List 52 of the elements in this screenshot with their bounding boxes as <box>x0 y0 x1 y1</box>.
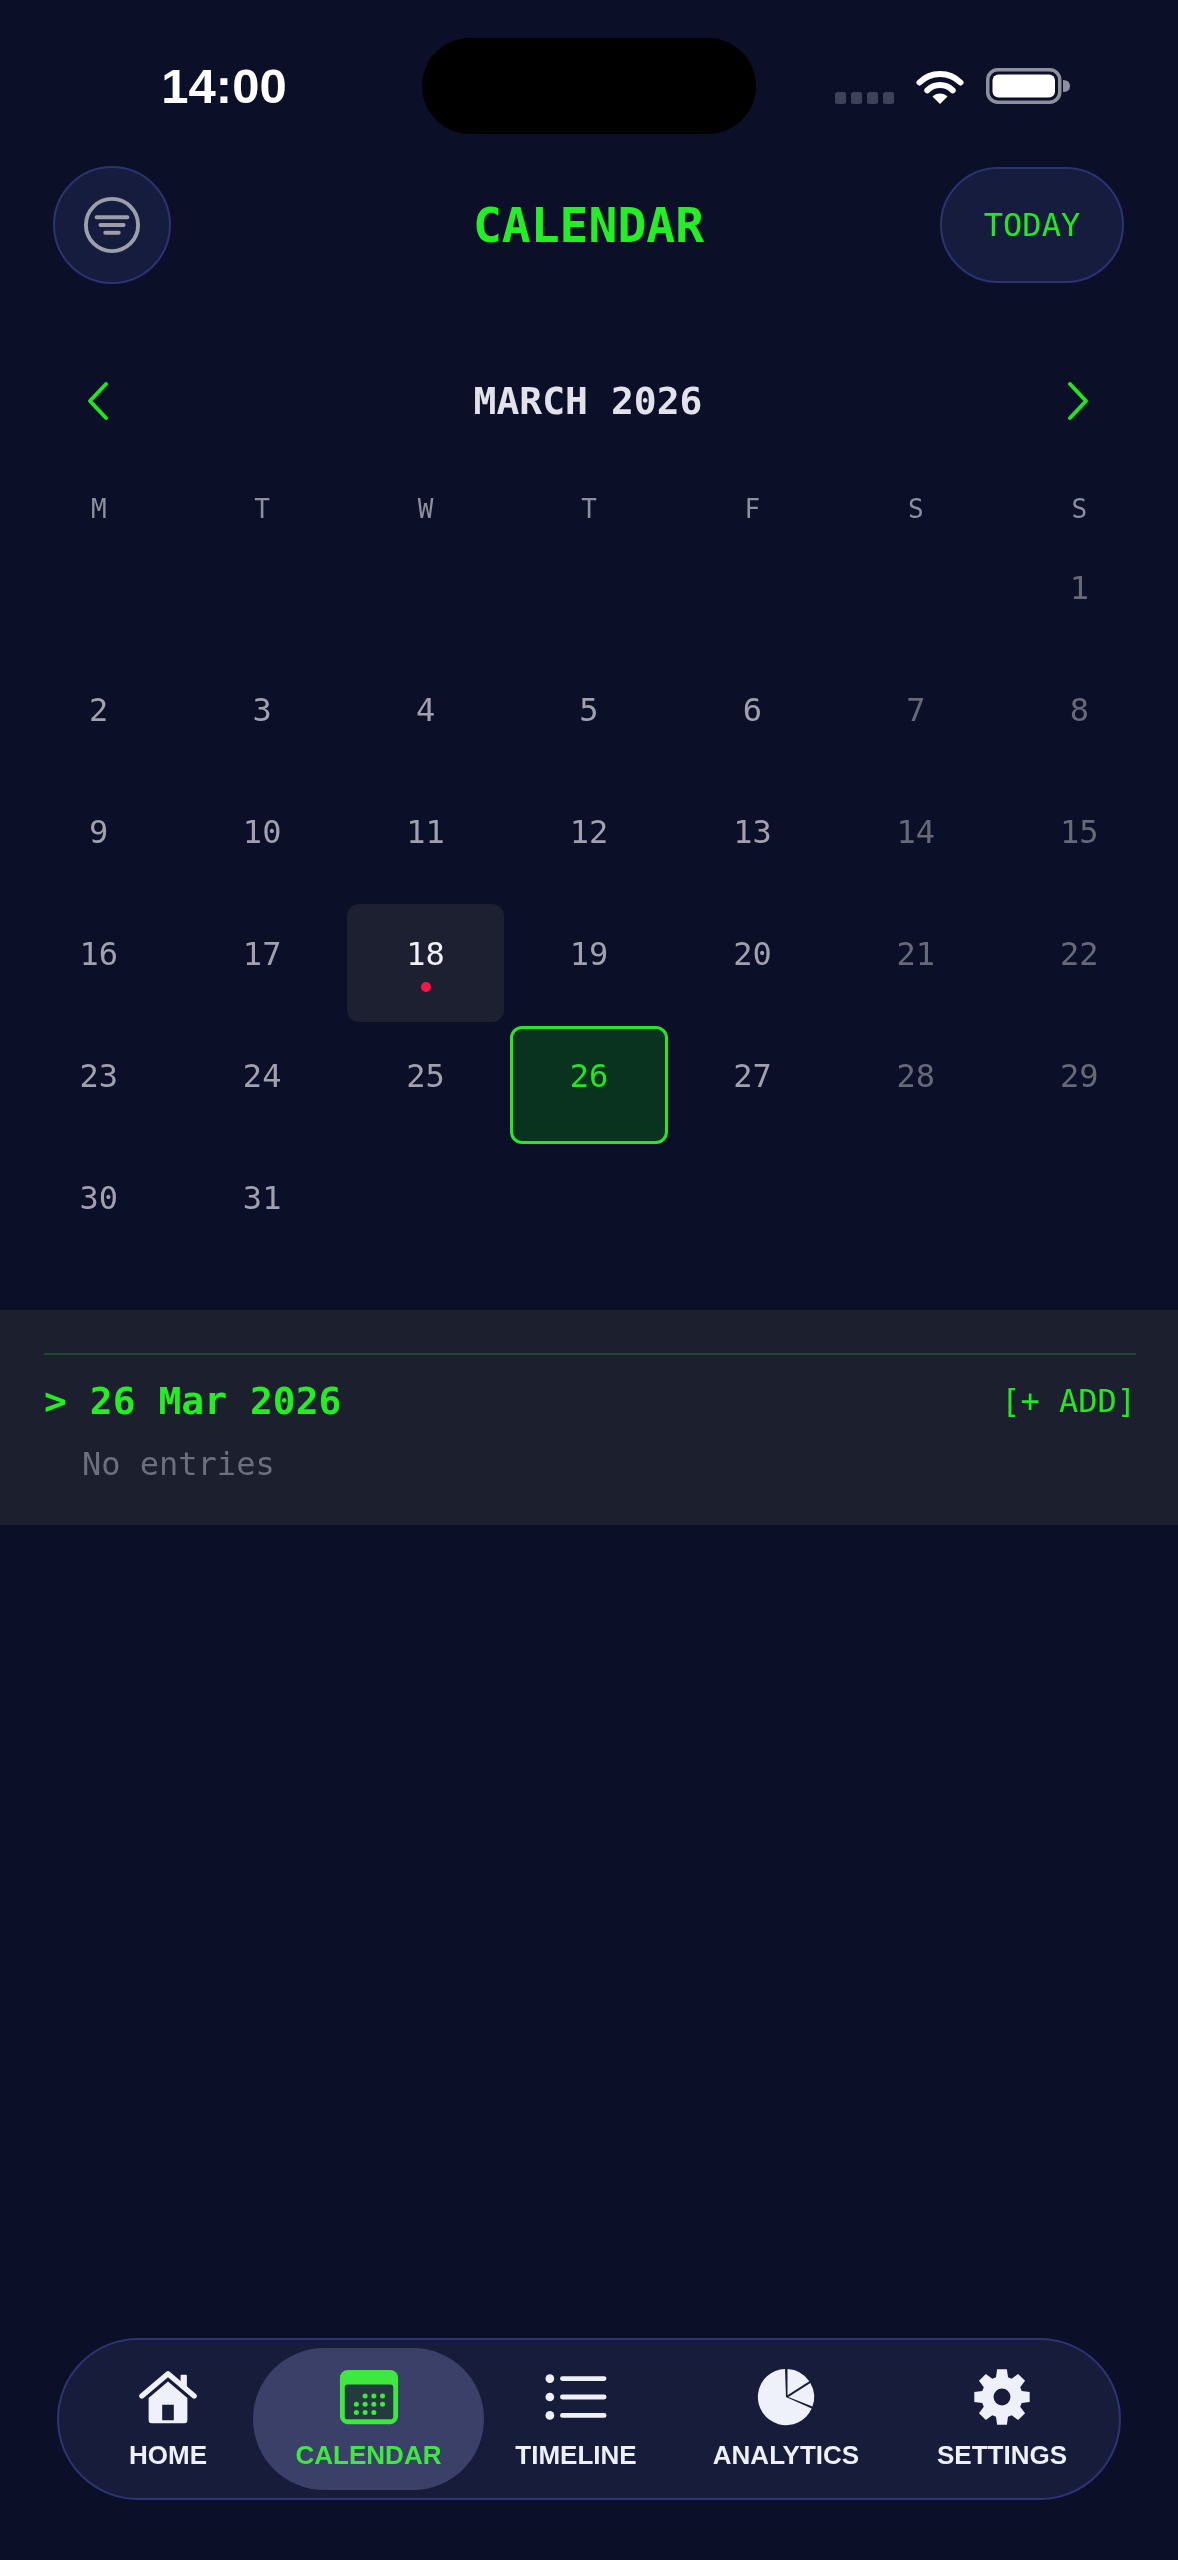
empty-state-text: No entries <box>82 1444 275 1484</box>
selected-date-title: > 26 Mar 2026 <box>44 1378 342 1424</box>
day-cell[interactable]: 23 <box>20 1026 178 1144</box>
day-cell[interactable]: 27 <box>673 1026 832 1144</box>
day-cell[interactable]: 9 <box>20 782 178 900</box>
day-cell[interactable]: 3 <box>183 660 341 778</box>
battery-icon <box>986 68 1070 104</box>
settings-icon <box>971 2367 1033 2427</box>
today-button[interactable]: TODAY <box>940 167 1124 283</box>
day-cell[interactable]: 26 <box>510 1026 668 1144</box>
day-cell[interactable]: 6 <box>673 660 832 778</box>
next-month-button[interactable] <box>1066 381 1090 421</box>
day-cell[interactable]: 10 <box>183 782 341 900</box>
add-entry-button[interactable]: [+ ADD] <box>1001 1381 1136 1421</box>
weekday-label: S <box>908 493 924 525</box>
signal-icon <box>835 92 894 104</box>
day-cell[interactable]: 13 <box>673 782 832 900</box>
day-cell[interactable]: 4 <box>346 660 505 778</box>
tab-bar-item[interactable]: ANALYTICS <box>668 2348 904 2490</box>
calendar-icon <box>337 2367 400 2427</box>
chevron-left-icon <box>86 381 110 421</box>
pie-chart-icon <box>755 2367 817 2427</box>
entry-dot-icon <box>420 982 431 992</box>
month-title: MARCH 2026 <box>473 378 703 425</box>
day-cell[interactable]: 11 <box>346 782 505 900</box>
day-cell[interactable]: 17 <box>183 904 341 1022</box>
weekday-label: S <box>1071 493 1088 525</box>
chevron-right-icon <box>1066 381 1090 421</box>
day-cell[interactable]: 16 <box>20 904 178 1022</box>
status-time: 14:00 <box>161 58 287 114</box>
filter-icon <box>83 196 141 254</box>
day-cell[interactable]: 5 <box>510 660 668 778</box>
day-cell[interactable]: 18 <box>346 904 505 1022</box>
page-title: CALENDAR <box>472 196 705 255</box>
tab-bar-item[interactable]: CALENDAR <box>253 2348 484 2490</box>
day-cell[interactable]: 2 <box>20 660 178 778</box>
previous-month-button[interactable] <box>86 381 110 421</box>
day-cell[interactable]: 31 <box>183 1148 341 1266</box>
weekday-label: T <box>581 493 597 525</box>
weekday-label: F <box>744 493 761 525</box>
day-cell[interactable]: 24 <box>183 1026 341 1144</box>
day-cell[interactable]: 19 <box>510 904 668 1022</box>
weekday-label: W <box>417 493 434 525</box>
day-cell[interactable]: 20 <box>673 904 832 1022</box>
day-cell[interactable]: 25 <box>346 1026 505 1144</box>
day-cell[interactable]: 12 <box>510 782 668 900</box>
weekday-label: T <box>254 493 270 525</box>
tab-bar-item[interactable]: TIMELINE <box>484 2348 668 2490</box>
weekday-label: M <box>90 493 107 525</box>
day-cell[interactable]: 30 <box>20 1148 178 1266</box>
tab-bar-item[interactable]: SETTINGS <box>904 2348 1100 2490</box>
tab-bar-item[interactable]: HOME <box>69 2348 253 2490</box>
